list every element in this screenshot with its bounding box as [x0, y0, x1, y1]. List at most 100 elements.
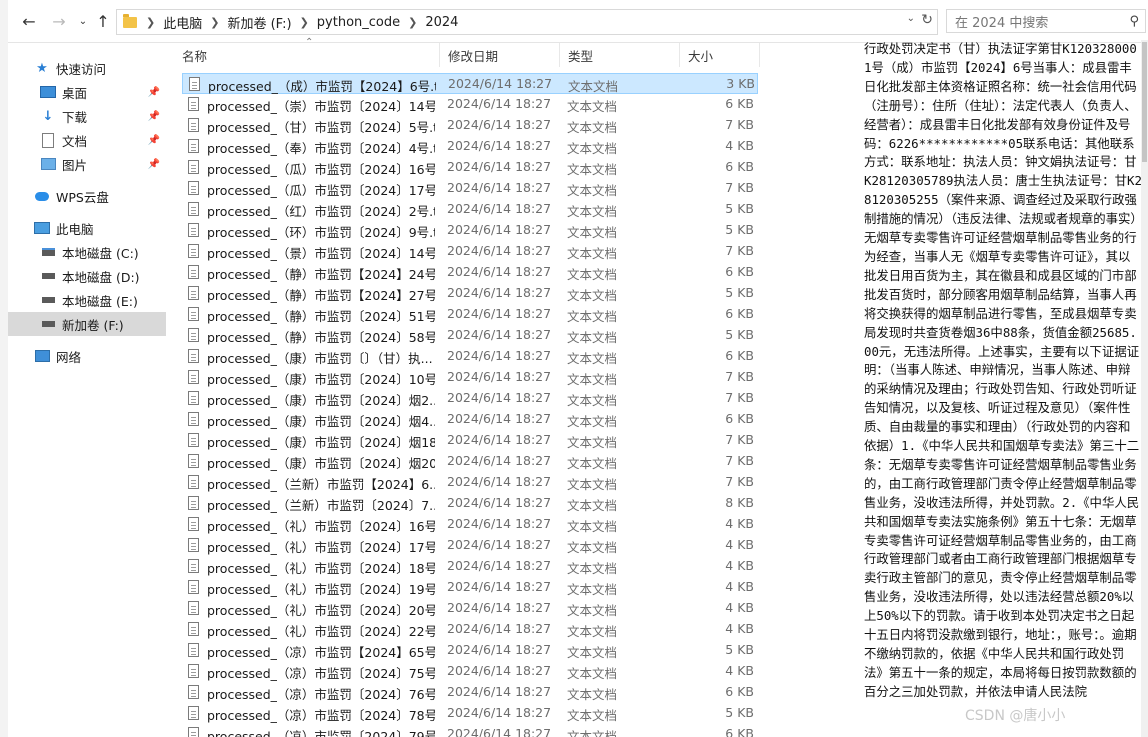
pin-icon: 📌 — [147, 158, 160, 170]
file-row[interactable]: processed_（静）市监罚〔2024〕51号... 2024/6/14 18… — [182, 304, 758, 325]
file-row[interactable]: processed_（红）市监罚〔2024〕2号.txt 2024/6/14 18… — [182, 199, 758, 220]
nav-wps-cloud[interactable]: WPS云盘 — [8, 184, 166, 208]
text-file-icon — [188, 370, 199, 384]
file-date: 2024/6/14 18:27 — [447, 96, 552, 111]
search-input[interactable]: 在 2024 中搜索 ⚲ — [946, 9, 1146, 33]
file-date: 2024/6/14 18:27 — [447, 369, 552, 384]
breadcrumb-python-code[interactable]: python_code — [312, 15, 405, 30]
file-row[interactable]: processed_（凉）市监罚〔2024〕78号... 2024/6/14 18… — [182, 703, 758, 724]
file-row[interactable]: processed_（礼）市监罚〔2024〕19号... 2024/6/14 18… — [182, 577, 758, 598]
file-row[interactable]: processed_（奉）市监罚〔2024〕4号.txt 2024/6/14 18… — [182, 136, 758, 157]
file-list: processed_（成）市监罚【2024】6号.txt 2024/6/14 18… — [174, 73, 774, 737]
file-name: processed_（红）市监罚〔2024〕2号.txt — [207, 204, 435, 219]
desktop-icon — [40, 85, 56, 99]
nav-network[interactable]: 网络 — [8, 344, 166, 368]
file-row[interactable]: processed_（礼）市监罚〔2024〕20号... 2024/6/14 18… — [182, 598, 758, 619]
back-arrow-icon[interactable]: ← — [16, 8, 42, 34]
file-type: 文本文档 — [567, 267, 618, 282]
file-date: 2024/6/14 18:27 — [447, 558, 552, 573]
file-size: 6 KB — [725, 306, 754, 321]
file-row[interactable]: processed_（静）市监罚【2024】27号... 2024/6/14 18… — [182, 283, 758, 304]
navigation-pane: ★ 快速访问 桌面 📌 ↓ 下载 📌 文档 📌 图片 📌 WPS云盘 此电脑 本… — [8, 43, 166, 737]
document-icon — [40, 132, 56, 148]
nav-this-pc[interactable]: 此电脑 — [8, 216, 166, 240]
file-size: 6 KB — [725, 159, 754, 174]
nav-pictures[interactable]: 图片 📌 — [8, 152, 166, 176]
file-row[interactable]: processed_（礼）市监罚〔2024〕17号... 2024/6/14 18… — [182, 535, 758, 556]
nav-drive-c[interactable]: 本地磁盘 (C:) — [8, 240, 166, 264]
file-row[interactable]: processed_（礼）市监罚〔2024〕18号... 2024/6/14 18… — [182, 556, 758, 577]
file-row[interactable]: processed_（静）市监罚【2024】24号... 2024/6/14 18… — [182, 262, 758, 283]
file-row[interactable]: processed_（康）市监罚〔2024〕烟20... 2024/6/14 18… — [182, 451, 758, 472]
file-row[interactable]: processed_（凉）市监罚【2024】65号... 2024/6/14 18… — [182, 640, 758, 661]
file-name: processed_（康）市监罚〔2024〕烟2... — [207, 393, 435, 408]
file-row[interactable]: processed_（康）市监罚〔2024〕10号... 2024/6/14 18… — [182, 367, 758, 388]
column-type[interactable]: 类型 — [560, 43, 680, 67]
file-date: 2024/6/14 18:27 — [447, 201, 552, 216]
nav-documents[interactable]: 文档 📌 — [8, 128, 166, 152]
text-file-icon — [188, 538, 199, 552]
file-row[interactable]: processed_（甘）市监罚〔2024〕5号.txt 2024/6/14 18… — [182, 115, 758, 136]
file-row[interactable]: processed_（康）市监罚〔2024〕烟2... 2024/6/14 18:… — [182, 388, 758, 409]
file-row[interactable]: processed_（礼）市监罚〔2024〕22号... 2024/6/14 18… — [182, 619, 758, 640]
scrollbar-thumb[interactable] — [1142, 42, 1147, 162]
column-date-modified[interactable]: 修改日期 — [440, 43, 560, 67]
file-row[interactable]: processed_（兰新）市监罚〔2024〕7... 2024/6/14 18:… — [182, 493, 758, 514]
file-type: 文本文档 — [567, 561, 618, 576]
breadcrumb-2024[interactable]: 2024 — [420, 15, 463, 30]
file-name: processed_（甘）市监罚〔2024〕5号.txt — [207, 120, 435, 135]
file-row[interactable]: processed_（崇）市监罚〔2024〕14号... 2024/6/14 18… — [182, 94, 758, 115]
nav-drive-f[interactable]: 新加卷 (F:) — [8, 312, 166, 336]
text-file-icon — [188, 517, 199, 531]
nav-quick-access[interactable]: ★ 快速访问 — [8, 56, 166, 80]
address-bar[interactable]: ❯ 此电脑 ❯ 新加卷 (F:) ❯ python_code ❯ 2024 ⌄ … — [116, 9, 938, 35]
text-file-icon — [188, 622, 199, 636]
file-row[interactable]: processed_（环）市监罚〔2024〕9号.txt 2024/6/14 18… — [182, 220, 758, 241]
preview-scrollbar[interactable] — [1141, 40, 1148, 737]
file-name: processed_（兰新）市监罚〔2024〕7... — [207, 498, 435, 513]
file-row[interactable]: processed_（瓜）市监罚〔2024〕17号... 2024/6/14 18… — [182, 178, 758, 199]
refresh-icon[interactable]: ↻ — [921, 12, 933, 28]
text-file-icon — [188, 454, 199, 468]
file-date: 2024/6/14 18:27 — [447, 306, 552, 321]
text-file-icon — [188, 265, 199, 279]
file-row[interactable]: processed_（瓜）市监罚〔2024〕16号... 2024/6/14 18… — [182, 157, 758, 178]
file-row[interactable]: processed_（康）市监罚〔2024〕烟4... 2024/6/14 18:… — [182, 409, 758, 430]
file-row[interactable]: processed_（静）市监罚〔2024〕58号... 2024/6/14 18… — [182, 325, 758, 346]
forward-arrow-icon[interactable]: → — [46, 8, 72, 34]
file-row[interactable]: processed_（礼）市监罚〔2024〕16号... 2024/6/14 18… — [182, 514, 758, 535]
breadcrumb-drive-f[interactable]: 新加卷 (F:) — [222, 13, 296, 32]
file-size: 4 KB — [725, 516, 754, 531]
file-row[interactable]: processed_（康）市监罚〔〕（甘）执... 2024/6/14 18:27… — [182, 346, 758, 367]
column-size[interactable]: 大小 — [680, 43, 760, 67]
up-arrow-icon[interactable]: ↑ — [90, 8, 116, 34]
file-row[interactable]: processed_（成）市监罚【2024】6号.txt 2024/6/14 18… — [182, 73, 758, 94]
file-type: 文本文档 — [568, 79, 619, 94]
text-file-icon — [188, 244, 199, 258]
file-size: 7 KB — [725, 474, 754, 489]
file-size: 6 KB — [725, 264, 754, 279]
file-date: 2024/6/14 18:27 — [447, 411, 552, 426]
text-file-icon — [188, 433, 199, 447]
file-size: 4 KB — [725, 558, 754, 573]
nav-downloads[interactable]: ↓ 下载 📌 — [8, 104, 166, 128]
file-row[interactable]: processed_（兰新）市监罚【2024】6... 2024/6/14 18:… — [182, 472, 758, 493]
nav-drive-d[interactable]: 本地磁盘 (D:) — [8, 264, 166, 288]
file-row[interactable]: processed_（景）市监罚〔2024〕14号... 2024/6/14 18… — [182, 241, 758, 262]
file-date: 2024/6/14 18:27 — [447, 663, 552, 678]
nav-desktop[interactable]: 桌面 📌 — [8, 80, 166, 104]
file-type: 文本文档 — [567, 393, 618, 408]
file-name: processed_（康）市监罚〔〕（甘）执... — [207, 351, 433, 366]
file-row[interactable]: processed_（凉）市监罚〔2024〕79号... 2024/6/14 18… — [182, 724, 758, 737]
file-row[interactable]: processed_（凉）市监罚〔2024〕75号... 2024/6/14 18… — [182, 661, 758, 682]
breadcrumb-this-pc[interactable]: 此电脑 — [158, 13, 207, 32]
nav-drive-e[interactable]: 本地磁盘 (E:) — [8, 288, 166, 312]
file-row[interactable]: processed_（康）市监罚〔2024〕烟18... 2024/6/14 18… — [182, 430, 758, 451]
file-date: 2024/6/14 18:27 — [447, 159, 552, 174]
column-name[interactable]: 名称 — [174, 43, 440, 67]
file-size: 7 KB — [725, 180, 754, 195]
file-size: 7 KB — [725, 432, 754, 447]
address-dropdown-icon[interactable]: ⌄ — [907, 13, 915, 24]
file-row[interactable]: processed_（凉）市监罚〔2024〕76号... 2024/6/14 18… — [182, 682, 758, 703]
file-name: processed_（兰新）市监罚【2024】6... — [207, 477, 435, 492]
